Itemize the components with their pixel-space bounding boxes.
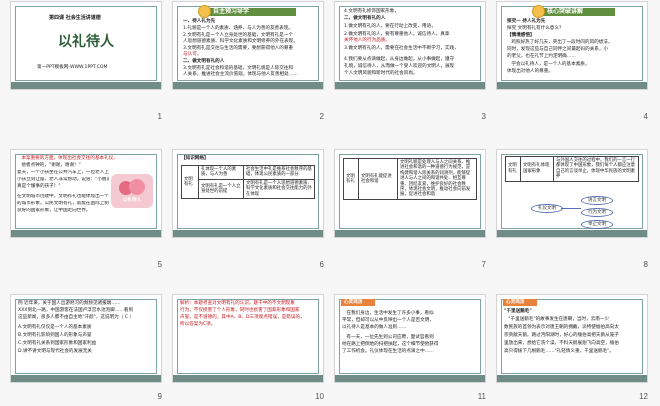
section-header: 自主预习导学 [199, 6, 296, 17]
slide-number: 10 [315, 392, 324, 401]
knowledge-table: 文明有礼 文明有礼能促进社会和谐 文明礼貌是处理人与人之间关系、推进社会和谐的一… [343, 158, 477, 200]
slide-number: 7 [481, 260, 486, 269]
section-label-bar: 心灵鸡汤 [503, 299, 537, 306]
slide-7[interactable]: 文明有礼 文明有礼能促进社会和谐 文明礼貌是处理人与人之间关系、推进社会和谐的一… [335, 150, 485, 237]
slide-number: 6 [319, 260, 324, 269]
table-cell: 文明有礼是一个人思想道德素质、科学文化素质和社会交往能力的外在体现 [243, 178, 315, 200]
slide-9[interactable]: 例 近年来，关于国人出游陋习的频频见诸报端…… XXX到北一路，中国游客在法国卢… [11, 295, 161, 382]
diagram-oval: 礼仪文明 [531, 204, 563, 213]
slide-8[interactable]: 文明有礼 文明有礼体现国家形象 与外国人交往的过程中，我们的一言一行都体现了中国… [497, 150, 647, 237]
slide-footer-bar [335, 375, 485, 382]
knowledge-table: 文明有礼 礼体现一个人的素质，与人为善 社会生活中礼是维系社会秩序的基础，体现公民素… [181, 164, 315, 200]
heart-banner-image: 以礼待人 [111, 174, 153, 208]
slide-number: 8 [643, 260, 648, 269]
slide-3[interactable]: 4.文明有礼修饰国家形象， 二、做文明有礼的人 1.做文明有礼的人，要在行动上改… [335, 2, 485, 89]
slide-footer-bar [11, 375, 161, 382]
badge-icon [199, 6, 210, 17]
slide-footer-bar [173, 230, 323, 237]
slide-footer-bar [335, 82, 485, 89]
table-cell: 社会生活中礼是维系社会秩序的基础，体现公民素质的一部分 [243, 165, 315, 180]
slide-1[interactable]: 第四课 社会生活讲道德 以礼待人 第一PPT模板网-WWW.1PPT.COM [11, 2, 161, 89]
lesson-label: 第四课 社会生活讲道德 [49, 15, 101, 21]
slide-footer-bar [173, 375, 323, 382]
table-cell: 文明有礼 [181, 164, 199, 200]
slide-5[interactable]: 本案重要的方面，体现出社会交往的基本礼仪。 他者点钟的，"谢谢，谢谢！" 夏天，… [11, 150, 161, 237]
slide-number: 9 [157, 392, 162, 401]
slide-11[interactable]: 心灵鸡汤 在我们身边，生活中发生了许多小事，看似 平常，但却可以从中反映出一个人… [335, 295, 485, 382]
slide-footer-bar [335, 230, 485, 237]
table-cell: 文明有礼是一个人立身处世的前提 [198, 178, 244, 200]
slide-number: 1 [157, 112, 162, 121]
slide-footer: 第一PPT模板网-WWW.1PPT.COM [37, 65, 108, 70]
slide-4[interactable]: 核心突破讲解 探究一 待人礼为先 探究 文明有礼有什么意义？ 【情境感悟】 鸡照… [497, 2, 647, 89]
section-header: 核心突破讲解 [533, 6, 615, 17]
diagram-line [561, 208, 581, 209]
slide-6[interactable]: 【知识网络】 文明有礼 礼体现一个人的素质，与人为善 社会生活中礼是维系社会秩序的基… [173, 150, 323, 237]
slide-footer-bar [497, 375, 647, 382]
slide-10[interactable]: 解析：本题考查对文明有礼的认识，题干中的不文明现象 行为，不仅损害了个人形象，同… [173, 295, 323, 382]
section-label: 【知识网络】 [181, 156, 209, 161]
badge-icon [533, 6, 544, 17]
slide-footer-bar [11, 82, 161, 89]
table-cell: 礼体现一个人的素质，与人为善 [198, 165, 244, 180]
slide-number: 12 [639, 392, 648, 401]
slide-footer-bar [497, 82, 647, 89]
banner-text: 以礼待人 [122, 198, 142, 203]
slide-footer-bar [11, 230, 161, 237]
diagram-oval: 语言文明 [581, 196, 613, 205]
diagram-oval: 行为文明 [581, 208, 613, 217]
table-cell: 文明礼貌是处理人与人之间关系、推进社会和谐的一种道德行为规范，是构建和谐人际关系… [397, 158, 477, 200]
table-cell: 文明有礼 [505, 156, 521, 182]
table-cell: 与外国人交往的过程中，我们的一言一行都体现了中国形象，我们每个人都应注意自己的言… [553, 156, 639, 182]
slide-number: 2 [319, 112, 324, 121]
slide-number: 11 [477, 392, 486, 401]
table-cell: 文明有礼体现国家形象 [520, 156, 554, 182]
knowledge-table: 文明有礼 文明有礼体现国家形象 与外国人交往的过程中，我们的一言一行都体现了中国… [505, 156, 639, 182]
slide-title: 以礼待人 [58, 34, 114, 50]
slide-number: 5 [157, 260, 162, 269]
slide-footer-bar [173, 82, 323, 89]
table-cell: 文明有礼 [343, 158, 359, 200]
slide-number: 3 [481, 112, 486, 121]
section-label-bar: 心灵鸡汤 [341, 299, 375, 306]
table-cell: 文明有礼能促进社会和谐 [358, 158, 398, 200]
slide-footer-bar [497, 230, 647, 237]
slide-2[interactable]: 自主预习导学 一、待人礼为先 1.礼貌是一个人的素质、涵养、与人为善的友善表现。… [173, 2, 323, 89]
diagram-oval: 举止文明 [581, 220, 613, 229]
slide-number: 4 [643, 112, 648, 121]
slide-12[interactable]: 心灵鸡汤 "千里送鹅毛" "千里送鹅毛"的故事发生在唐朝，当时，云南一少 数民族… [497, 295, 647, 382]
